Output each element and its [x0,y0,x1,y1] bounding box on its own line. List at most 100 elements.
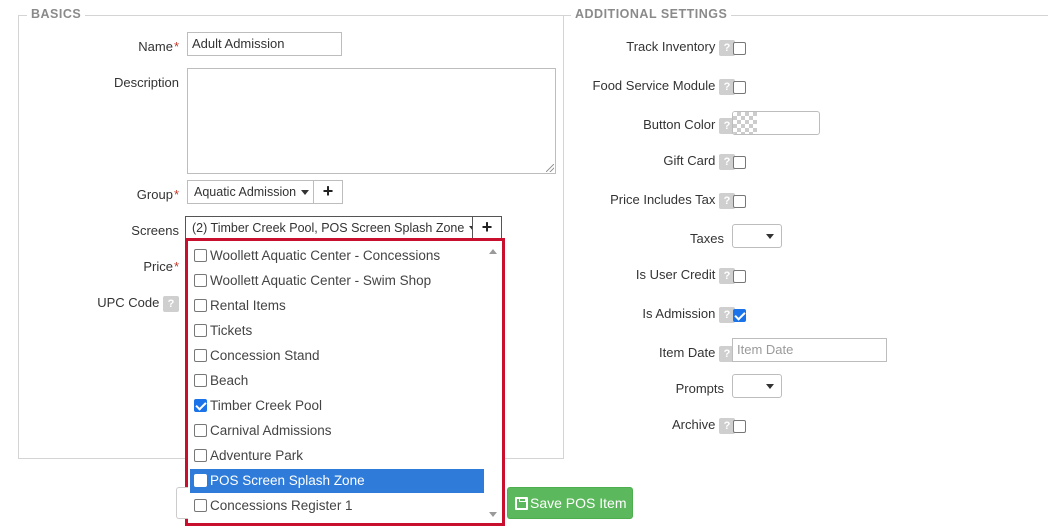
description-label: Description [113,75,179,90]
add-group-button[interactable]: + [313,180,343,204]
food-service-label-text: Food Service Module [592,78,716,93]
is-user-credit-checkbox[interactable] [733,270,746,283]
screens-option[interactable]: Carnival Admissions [190,419,484,443]
resize-grip-icon[interactable] [546,164,554,172]
screens-option-label: Rental Items [210,298,286,313]
track-inventory-label-text: Track Inventory [626,39,716,54]
add-screen-button[interactable]: + [472,216,502,240]
additional-settings-legend: ADDITIONAL SETTINGS [571,7,732,21]
name-input[interactable]: Adult Admission [187,32,342,56]
screens-option-label: POS Screen Splash Zone [210,473,365,488]
chevron-down-icon [766,384,774,389]
price-includes-tax-checkbox[interactable] [733,195,746,208]
screens-option-label: Woollett Aquatic Center - Concessions [210,248,441,263]
cancel-button-partial[interactable] [176,487,188,519]
dropdown-scrollbar[interactable] [486,243,500,521]
screens-option-checkbox[interactable] [194,349,207,362]
track-inventory-label: Track Inventory ? [626,39,735,56]
screens-option[interactable]: Woollett Aquatic Center - Concessions [190,244,484,268]
group-select-value: Aquatic Admission [194,185,297,199]
taxes-label: Taxes [690,231,724,246]
archive-label-text: Archive [672,417,716,432]
save-pos-item-button[interactable]: Save POS Item [507,487,633,519]
screens-option-selected[interactable]: POS Screen Splash Zone [190,469,484,493]
description-textarea[interactable] [187,68,556,174]
gift-card-checkbox[interactable] [733,156,746,169]
screens-option-checkbox[interactable] [194,374,207,387]
is-admission-label-text: Is Admission [642,306,716,321]
price-includes-tax-label: Price Includes Tax ? [610,192,735,209]
screens-option[interactable]: Adventure Park [190,444,484,468]
price-label: Price* [143,259,179,274]
prompts-label: Prompts [675,381,724,396]
save-button-label: Save POS Item [530,495,627,511]
screens-option-label: Beach [210,373,249,388]
screens-option-checkbox[interactable] [194,424,207,437]
is-user-credit-label-text: Is User Credit [635,267,716,282]
screens-option[interactable]: Woollett Aquatic Center - Swim Shop [190,269,484,293]
screens-label: Screens [131,223,179,238]
group-select[interactable]: Aquatic Admission [187,180,314,204]
screens-option[interactable]: Concession Stand [190,344,484,368]
price-label-text: Price [143,259,173,274]
screens-option-label: Tickets [210,323,253,338]
is-admission-checkbox[interactable] [733,309,746,322]
item-date-input[interactable]: Item Date [732,338,887,362]
group-label-text: Group [136,187,173,202]
price-includes-tax-label-text: Price Includes Tax [610,192,716,207]
group-required-mark: * [173,187,179,202]
screens-option-checkbox[interactable] [194,324,207,337]
upc-code-label: UPC Code ? [97,295,179,312]
screens-option-label: Woollett Aquatic Center - Swim Shop [210,273,432,288]
item-date-label-text: Item Date [659,345,716,360]
screens-option-checkbox[interactable] [194,399,207,412]
scroll-up-icon[interactable] [489,249,497,254]
screens-option-label: Timber Creek Pool [210,398,323,413]
screens-select[interactable]: (2) Timber Creek Pool, POS Screen Splash… [185,216,478,240]
chevron-down-icon [301,190,310,196]
prompts-select[interactable] [732,374,782,398]
screens-option-label: Concessions Register 1 [210,498,353,513]
name-label: Name* [138,39,179,54]
help-icon[interactable]: ? [163,295,179,312]
is-user-credit-label: Is User Credit ? [636,267,735,284]
screens-dropdown-list: Woollett Aquatic Center - Concessions Wo… [185,238,505,526]
screens-option-label: Adventure Park [210,448,304,463]
screens-option-checkbox[interactable] [194,299,207,312]
group-label: Group* [137,187,179,202]
price-required-mark: * [173,259,179,274]
basics-legend: BASICS [27,7,86,21]
gift-card-label-text: Gift Card [663,153,716,168]
item-date-label: Item Date ? [659,345,735,362]
button-color-picker[interactable] [732,111,820,135]
screens-option-label: Concession Stand [210,348,320,363]
screens-option[interactable]: Tickets [190,319,484,343]
gift-card-label: Gift Card ? [663,153,735,170]
screens-option-checkbox[interactable] [194,474,207,487]
screens-option[interactable]: Beach [190,369,484,393]
save-icon [515,497,528,510]
screens-option[interactable]: Timber Creek Pool [190,394,484,418]
screens-select-value: (2) Timber Creek Pool, POS Screen Splash… [192,221,465,235]
scroll-down-icon[interactable] [489,512,497,517]
track-inventory-checkbox[interactable] [733,42,746,55]
name-required-mark: * [173,39,179,54]
chevron-down-icon [766,234,774,239]
screens-option-checkbox[interactable] [194,449,207,462]
name-label-text: Name [138,39,173,54]
food-service-module-label: Food Service Module ? [593,78,735,95]
screens-option[interactable]: Rental Items [190,294,484,318]
screens-option-checkbox[interactable] [194,274,207,287]
transparent-swatch-icon[interactable] [733,112,757,134]
button-color-label-text: Button Color [643,117,716,132]
screens-option-label: Carnival Admissions [210,423,332,438]
taxes-select[interactable] [732,224,782,248]
archive-checkbox[interactable] [733,420,746,433]
upc-code-label-text: UPC Code [97,295,160,310]
archive-label: Archive ? [672,417,735,434]
screens-option-checkbox[interactable] [194,499,207,512]
screens-option-checkbox[interactable] [194,249,207,262]
food-service-module-checkbox[interactable] [733,81,746,94]
screens-option[interactable]: Concessions Register 1 [190,494,484,518]
is-admission-label: Is Admission ? [642,306,735,323]
